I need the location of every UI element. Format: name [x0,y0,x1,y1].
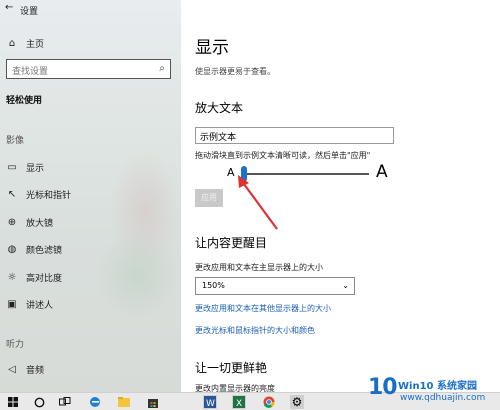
edge-icon[interactable] [88,395,102,409]
settings-icon[interactable]: ⚙ [290,395,304,409]
excel-icon[interactable]: X [232,395,246,409]
cursor-icon: ↖ [7,189,17,200]
annotation-arrow-icon [238,175,278,230]
scale-label: 更改应用和文本在主显示器上的大小 [195,263,323,272]
watermark-logo: 10 Win10 系统家园 www.qdhuajin.com [368,372,500,410]
sample-text-preview: 示例文本 [195,127,394,144]
magnifier-icon: ⊕ [7,217,17,228]
svg-text:W: W [206,399,215,408]
sidebar-item-color-filters[interactable]: ◍ 颜色滤镜 [6,243,62,256]
sidebar-item-label: 主页 [26,40,45,50]
sidebar-item-label: 光标和指针 [26,191,72,201]
word-icon[interactable]: W [203,395,217,409]
sidebar-item-label: 放大镜 [26,219,54,229]
search-icon: ⌕ [159,63,165,74]
window-title: 设置 [20,7,39,17]
task-view-icon[interactable] [58,395,72,409]
store-icon[interactable] [146,395,160,409]
sidebar-item-label: 讲述人 [26,301,54,311]
search-placeholder: 查找设置 [12,67,49,77]
settings-sidebar: ← 设置 ⌂ 主页 查找设置 ⌕ 轻松使用 影像 ▭ 显示 ↖ 光标和指针 ⊕ … [0,0,181,392]
monitor-icon: ▭ [7,162,17,173]
watermark-title: Win10 系统家园 [398,381,477,392]
make-bigger-heading: 让内容更醒目 [195,236,268,250]
brighter-heading: 让一切更鲜艳 [195,361,268,375]
link-cursor-size[interactable]: 更改光标和鼠标指针的大小和颜色 [195,325,315,336]
speaker-icon: ◁ [8,364,16,375]
sidebar-item-display[interactable]: ▭ 显示 [6,161,44,174]
file-explorer-icon[interactable] [117,395,131,409]
brightness-label: 更改内置显示器的亮度 [195,384,275,392]
scale-dropdown[interactable]: 150% ⌄ [195,277,355,295]
page-title: 显示 [195,38,229,58]
home-icon: ⌂ [8,38,16,49]
cortana-icon[interactable] [32,395,46,409]
scale-value: 150% [202,281,225,290]
large-a-label: A [376,162,388,182]
slider-hint: 拖动滑块直到示例文本清晰可读，然后单击"应用" [195,151,371,160]
group-label-vision: 影像 [6,136,25,146]
apply-button[interactable]: 应用 [195,189,223,207]
sidebar-item-label: 高对比度 [26,274,63,284]
sidebar-item-label: 音频 [26,366,45,376]
sidebar-item-narrator[interactable]: ▣ 讲述人 [6,298,53,311]
sidebar-item-label: 颜色滤镜 [26,246,63,256]
sidebar-item-label: 显示 [26,164,45,174]
chevron-down-icon: ⌄ [342,281,349,290]
watermark-ten: 10 [368,375,398,400]
link-other-displays[interactable]: 更改应用和文本在其他显示器上的大小 [195,303,331,314]
svg-text:X: X [236,399,242,408]
sidebar-item-magnifier[interactable]: ⊕ 放大镜 [6,216,53,229]
display-settings-page: 显示 使显示器更易于查看。 放大文本 示例文本 拖动滑块直到示例文本清晰可读，然… [181,0,500,392]
sidebar-item-high-contrast[interactable]: ☼ 高对比度 [6,271,63,284]
sidebar-item-cursor[interactable]: ↖ 光标和指针 [6,188,71,201]
text-size-heading: 放大文本 [195,101,244,115]
watermark-url: www.qdhuajin.com [400,393,486,403]
group-label-hearing: 听力 [6,340,25,350]
back-arrow-icon[interactable]: ← [5,2,13,13]
search-input[interactable]: 查找设置 ⌕ [6,59,171,79]
sidebar-item-home[interactable]: ⌂ 主页 [6,37,44,50]
high-contrast-icon: ☼ [7,272,17,283]
chrome-icon[interactable] [262,395,276,409]
narrator-icon: ▣ [7,299,17,310]
page-subtitle: 使显示器更易于查看。 [195,67,275,76]
windows-start-icon[interactable] [6,395,20,409]
color-filter-icon: ◍ [7,244,17,255]
section-title: 轻松使用 [6,96,43,106]
sidebar-item-audio[interactable]: ◁ 音频 [6,363,44,376]
